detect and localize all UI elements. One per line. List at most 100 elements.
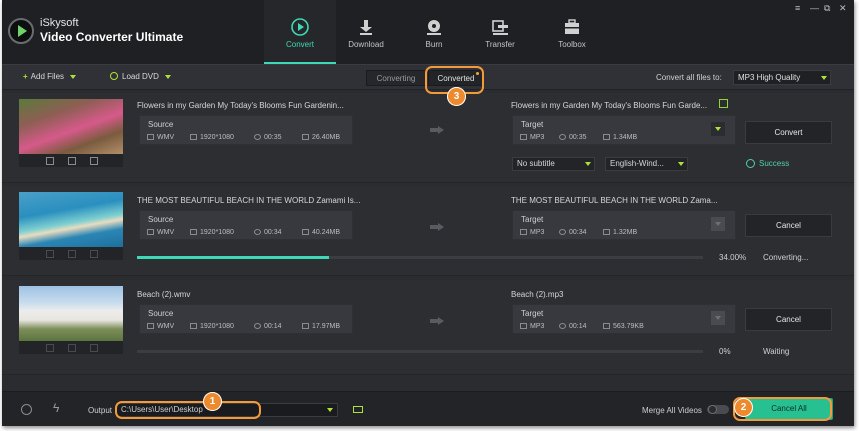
folder-icon [603,134,610,140]
target-format-dropdown[interactable] [711,122,725,136]
chevron-down-icon [327,408,333,412]
tab-toolbox-label: Toolbox [558,40,586,49]
convert-icon [291,18,309,36]
trim-icon[interactable] [46,157,54,165]
video-thumbnail[interactable] [19,286,123,341]
film-icon [147,229,154,235]
tab-transfer-label: Transfer [485,40,515,49]
folder-icon [302,134,309,140]
target-format: MP3 [520,229,544,236]
callout-badge-3: 3 [447,87,466,106]
effects-icon [90,250,98,258]
schedule-timer-icon[interactable] [21,404,32,415]
convert-all-format-select[interactable]: MP3 High Quality [733,70,831,85]
status-success: Success [746,159,789,168]
chevron-down-icon [715,222,721,226]
arrow-right-icon [430,126,444,134]
film-icon [147,134,154,140]
chevron-down-icon [715,127,721,131]
chevron-down-icon [585,162,591,166]
restore-icon[interactable]: ⧉ [824,3,830,14]
app-logo-icon [8,18,34,44]
source-resolution: 1920*1080 [190,323,234,330]
tab-burn[interactable]: Burn [398,0,470,64]
lightning-boost-icon[interactable]: ϟ [53,401,59,415]
source-format: WMV [147,323,174,330]
file-row: THE MOST BEAUTIFUL BEACH IN THE WORLD Za… [2,186,854,276]
target-format: MP3 [520,134,544,141]
edit-icon[interactable] [719,99,728,108]
target-format-dropdown [711,217,725,231]
close-icon[interactable]: ✕ [839,3,847,14]
tab-burn-label: Burn [425,40,443,49]
clock-icon [254,229,261,235]
source-resolution: 1920*1080 [190,134,234,141]
merge-all-videos-toggle[interactable] [707,405,729,414]
target-info-box: Target MP3 00:35 1.34MB [512,115,736,145]
arrow-right-icon [430,317,444,325]
progress-fill [137,256,330,259]
tab-converting[interactable]: Converting [366,70,426,86]
progress-bar [137,350,703,353]
menu-icon[interactable]: ≡ [795,3,800,13]
source-info-box: Source WMV 1920*1080 00:34 40.24MB [139,210,353,240]
status-text: Waiting [763,347,790,356]
crop-icon [68,344,76,352]
toggle-knob [708,405,717,414]
film-icon [147,323,154,329]
output-label: Output [88,406,113,415]
thumbnail-toolbar [19,154,123,167]
tab-toolbox[interactable]: Toolbox [536,0,608,64]
brand-name: iSkysoft [40,17,79,29]
video-thumbnail[interactable] [19,99,123,154]
clock-icon [254,134,261,140]
thumbnail-toolbar [19,247,123,260]
dvd-icon [110,72,118,80]
target-size: 1.32MB [603,229,637,236]
video-thumbnail[interactable] [19,192,123,247]
trim-icon [46,344,54,352]
download-icon [360,20,372,35]
add-files-button[interactable]: + Add Files [23,72,77,81]
tab-download[interactable]: Download [330,0,402,64]
target-label: Target [521,215,544,224]
thumbnail-toolbar [19,341,123,354]
minimize-icon[interactable]: — [810,3,819,13]
file-row: Beach (2).wmv Source WMV 1920*1080 00:14… [2,280,854,375]
callout-badge-2: 2 [734,398,753,417]
clock-icon [254,323,261,329]
source-info-box: Source WMV 1920*1080 00:14 17.97MB [139,304,353,334]
tab-download-label: Download [348,40,384,49]
file-row: Flowers in my Garden My Today's Blooms F… [2,93,854,183]
chevron-down-icon[interactable] [164,74,171,79]
target-duration: 00:35 [559,134,587,141]
resolution-icon [190,134,197,140]
folder-icon [302,229,309,235]
effects-icon[interactable] [90,157,98,165]
clock-icon [559,229,566,235]
target-duration: 00:14 [559,323,587,330]
audio-track-select[interactable]: English-Wind... [605,157,688,171]
subtitle-select[interactable]: No subtitle [512,157,595,171]
film-icon [520,323,527,329]
tab-convert-label: Convert [285,40,314,49]
load-dvd-button[interactable]: Load DVD [110,72,171,81]
add-files-label: Add Files [30,72,65,81]
crop-icon[interactable] [68,157,76,165]
source-file-name: Beach (2).wmv [137,290,191,299]
product-name: Video Converter Ultimate [40,30,184,44]
source-duration: 00:14 [254,323,282,330]
subtitle-value: No subtitle [517,159,555,168]
chevron-down-icon[interactable] [70,74,77,79]
tab-convert[interactable]: Convert [264,0,336,64]
tab-transfer[interactable]: Transfer [464,0,536,64]
source-info-box: Source WMV 1920*1080 00:35 26.40MB [139,115,353,145]
source-file-name: Flowers in my Garden My Today's Blooms F… [137,101,344,110]
audio-track-value: English-Wind... [610,159,664,168]
cancel-button[interactable]: Cancel [745,308,832,331]
cancel-button[interactable]: Cancel [745,214,832,237]
open-folder-icon[interactable] [353,406,363,413]
source-resolution: 1920*1080 [190,229,234,236]
convert-button[interactable]: Convert [745,121,832,144]
target-label: Target [521,120,544,129]
